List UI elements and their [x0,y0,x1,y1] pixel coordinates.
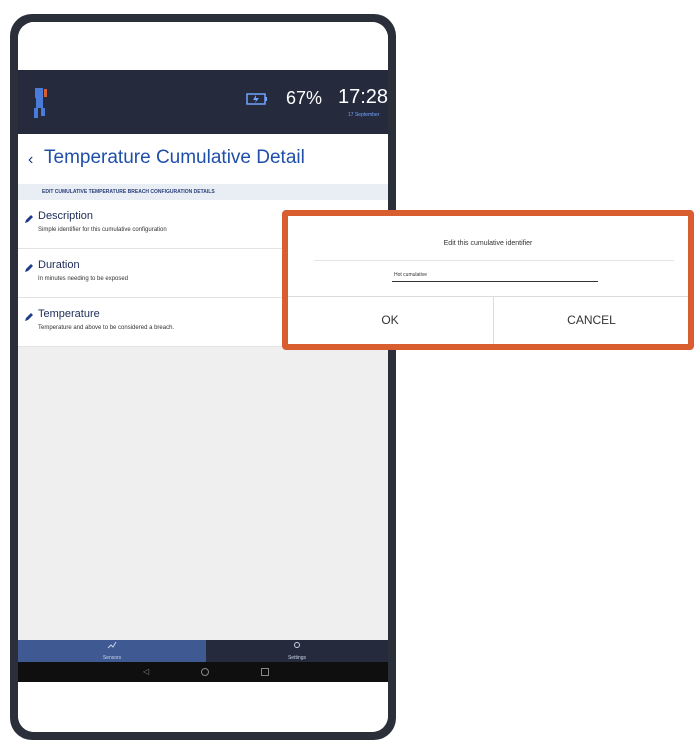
system-recents-icon[interactable] [261,668,269,676]
bottom-bezel [18,686,388,732]
divider [314,260,674,261]
nav-tab-settings[interactable]: Settings [206,640,388,662]
nav-tab-sensors[interactable]: Sensors [18,640,206,662]
pencil-icon [25,313,33,321]
tablet-frame: 67% 17:28 17 September ‹ Temperature Cum… [10,14,396,740]
back-chevron-icon[interactable]: ‹ [28,152,33,168]
battery-percentage: 67% [286,88,323,108]
page-title: Temperature Cumulative Detail [44,147,305,168]
system-navigation-bar: ◁ [18,662,388,682]
tablet-screen: 67% 17:28 17 September ‹ Temperature Cum… [18,22,388,732]
list-item-subtitle: Temperature and above to be considered a… [38,325,175,331]
top-bezel [18,22,388,70]
title-bar: ‹ Temperature Cumulative Detail [18,134,388,184]
section-subheader: EDIT CUMULATIVE TEMPERATURE BREACH CONFI… [18,184,388,200]
clock-date: 17 September [348,112,380,118]
chart-icon [107,641,117,649]
system-back-icon[interactable]: ◁ [143,667,149,676]
app-view: 67% 17:28 17 September ‹ Temperature Cum… [18,70,388,682]
system-home-icon[interactable] [201,668,209,676]
identifier-input[interactable] [392,268,598,282]
list-item-subtitle: Simple identifier for this cumulative co… [38,227,167,233]
gear-icon [294,642,300,648]
dialog-title: Edit this cumulative identifier [443,240,533,247]
list-item-subtitle: In minutes needing to be exposed [38,276,129,282]
list-item-title: Description [38,210,94,222]
list-item-title: Temperature [38,308,100,320]
status-bar: 67% 17:28 17 September [18,70,388,134]
pencil-icon [25,264,33,272]
edit-identifier-dialog: Edit this cumulative identifier OK CANCE… [282,210,694,350]
pencil-icon [25,215,33,223]
clock-time: 17:28 [338,86,388,108]
nav-tab-label: Sensors [102,655,122,661]
list-item-title: Duration [38,259,80,271]
battery-charging-icon [246,93,267,105]
bottom-navigation: Sensors Settings [18,640,388,662]
cancel-button[interactable]: CANCEL [493,297,689,344]
app-logo-icon [34,88,47,118]
nav-tab-label: Settings [287,655,307,661]
ok-button[interactable]: OK [288,297,492,344]
